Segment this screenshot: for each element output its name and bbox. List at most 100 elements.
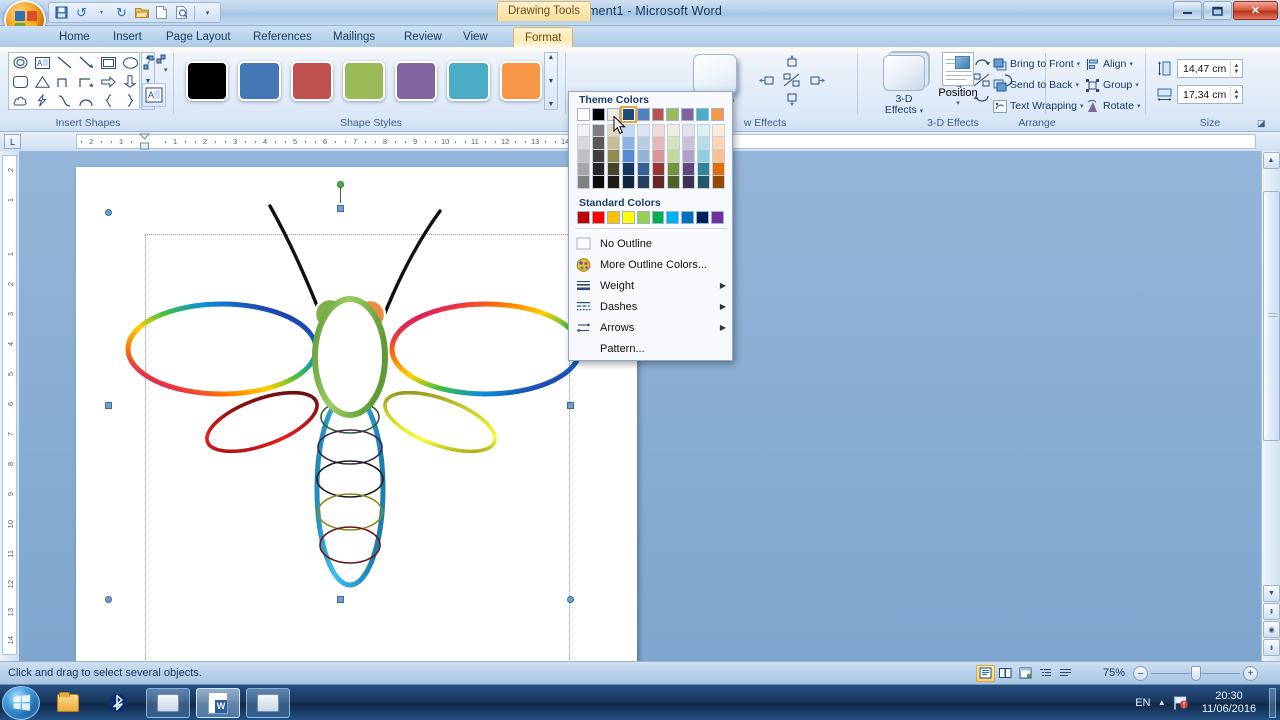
- selection-handle-middle-right[interactable]: [567, 402, 574, 409]
- maximize-button[interactable]: [1203, 1, 1232, 20]
- edit-shape-button[interactable]: ▾: [142, 53, 168, 77]
- shade[interactable]: [652, 150, 665, 163]
- view-print-layout-button[interactable]: [976, 664, 995, 682]
- theme-color-purple[interactable]: [681, 108, 695, 121]
- draw-text-box-button[interactable]: A: [142, 83, 166, 107]
- shade[interactable]: [652, 176, 665, 189]
- zoom-percent[interactable]: 75%: [1103, 667, 1125, 679]
- tab-references[interactable]: References: [242, 27, 323, 47]
- tab-page-layout[interactable]: Page Layout: [155, 27, 242, 47]
- shade[interactable]: [637, 150, 650, 163]
- menu-item-pattern[interactable]: Pattern...: [569, 338, 732, 359]
- shape-elbow-connector-icon[interactable]: [53, 72, 75, 91]
- shade[interactable]: [577, 176, 590, 189]
- standard-color-light-green[interactable]: [636, 211, 650, 224]
- show-desktop-button[interactable]: [1269, 687, 1276, 718]
- standard-color-dark-blue[interactable]: [696, 211, 710, 224]
- nudge-shadow-right-icon[interactable]: [807, 73, 825, 88]
- styles-scroll-down-icon[interactable]: ▼: [548, 78, 555, 85]
- shade[interactable]: [697, 176, 710, 189]
- shade[interactable]: [667, 137, 680, 150]
- shade[interactable]: [712, 137, 725, 150]
- standard-color-purple[interactable]: [711, 211, 725, 224]
- shade[interactable]: [607, 150, 620, 163]
- selection-handle-middle-left[interactable]: [105, 402, 112, 409]
- theme-color-black[interactable]: [591, 108, 605, 121]
- shade[interactable]: [652, 163, 665, 176]
- shade[interactable]: [622, 163, 635, 176]
- bring-to-front-button[interactable]: Bring to Front ▾: [990, 55, 1082, 73]
- shape-height-field[interactable]: 14,47 cm ▲ ▼: [1177, 59, 1243, 78]
- shade[interactable]: [682, 124, 695, 137]
- shape-lightning-icon[interactable]: [31, 91, 53, 110]
- zoom-in-button[interactable]: +: [1243, 665, 1258, 681]
- shade[interactable]: [592, 137, 605, 150]
- taskbar-window-2[interactable]: [246, 687, 290, 718]
- shade[interactable]: [667, 150, 680, 163]
- shape-rectangle-icon[interactable]: [97, 53, 119, 72]
- shape-ellipse-icon[interactable]: [119, 53, 141, 72]
- chevron-down-icon[interactable]: ▾: [920, 108, 924, 115]
- taskbar-word-document[interactable]: [196, 687, 240, 718]
- standard-color-yellow[interactable]: [621, 211, 635, 224]
- minimize-button[interactable]: [1173, 1, 1202, 20]
- menu-item-no-outline[interactable]: No Outline: [569, 233, 732, 254]
- show-hidden-icons-button[interactable]: ▴: [1159, 697, 1164, 708]
- shade[interactable]: [607, 137, 620, 150]
- align-button[interactable]: Align ▾: [1083, 55, 1135, 73]
- theme-color-white[interactable]: [577, 108, 590, 121]
- shape-curve-icon[interactable]: [53, 91, 75, 110]
- chevron-down-icon[interactable]: ▾: [1137, 102, 1141, 110]
- shapes-gallery[interactable]: A: [8, 52, 140, 110]
- shade[interactable]: [712, 124, 725, 137]
- shade[interactable]: [592, 150, 605, 163]
- tab-mailings[interactable]: Mailings: [322, 27, 386, 47]
- document-page[interactable]: [76, 167, 637, 661]
- shape-style-green[interactable]: [342, 61, 386, 101]
- theme-color-orange[interactable]: [711, 108, 725, 121]
- zoom-slider-thumb[interactable]: [1191, 665, 1201, 681]
- shade[interactable]: [577, 137, 590, 150]
- close-button[interactable]: ✕: [1233, 1, 1278, 20]
- shape-oval-outline-icon[interactable]: [9, 53, 31, 72]
- selection-handle-bottom-left[interactable]: [105, 596, 112, 603]
- standard-color-light-blue[interactable]: [666, 211, 680, 224]
- next-page-button[interactable]: ⇟: [1263, 639, 1280, 656]
- text-wrapping-button[interactable]: Text Wrapping ▾: [990, 97, 1085, 115]
- standard-color-red[interactable]: [591, 211, 605, 224]
- shade[interactable]: [697, 150, 710, 163]
- position-chevron-down-icon[interactable]: ▾: [932, 99, 984, 107]
- send-to-back-button[interactable]: Send to Back ▾: [990, 76, 1081, 94]
- shade[interactable]: [697, 124, 710, 137]
- shade[interactable]: [712, 163, 725, 176]
- shape-right-brace-icon[interactable]: [119, 91, 141, 110]
- size-dialog-launcher[interactable]: ◪: [1257, 118, 1268, 129]
- shade[interactable]: [607, 176, 620, 189]
- standard-color-orange[interactable]: [606, 211, 620, 224]
- shape-style-blue[interactable]: [238, 61, 281, 101]
- action-center-flag-icon[interactable]: [1173, 695, 1189, 711]
- shade[interactable]: [622, 176, 635, 189]
- shade[interactable]: [697, 137, 710, 150]
- shade[interactable]: [667, 124, 680, 137]
- nudge-shadow-down-icon[interactable]: [783, 91, 801, 106]
- theme-color-aqua[interactable]: [696, 108, 710, 121]
- taskbar-bluetooth[interactable]: [96, 688, 140, 718]
- menu-item-arrows[interactable]: Arrows ▶: [569, 317, 732, 338]
- rotate-handle[interactable]: [337, 181, 344, 188]
- previous-page-button[interactable]: ⇞: [1263, 603, 1280, 620]
- butterfly-drawing[interactable]: [76, 167, 637, 661]
- shade[interactable]: [712, 150, 725, 163]
- width-spinner[interactable]: ▲ ▼: [1230, 85, 1242, 104]
- tab-view[interactable]: View: [452, 27, 499, 47]
- vertical-ruler-strip[interactable]: 2 1 1 2 3 4 5 6 7 8 9 10 11 12 13 14: [2, 155, 17, 655]
- tab-review[interactable]: Review: [393, 27, 453, 47]
- shape-line-icon[interactable]: [53, 53, 75, 72]
- menu-item-more-outline-colors[interactable]: More Outline Colors...: [569, 254, 732, 275]
- group-button[interactable]: Group ▾: [1083, 76, 1141, 94]
- shape-style-orange[interactable]: [499, 61, 542, 101]
- view-web-layout-button[interactable]: [1016, 665, 1035, 682]
- shade[interactable]: [577, 150, 590, 163]
- shape-arrow-icon[interactable]: [75, 53, 97, 72]
- tab-home[interactable]: Home: [48, 27, 101, 47]
